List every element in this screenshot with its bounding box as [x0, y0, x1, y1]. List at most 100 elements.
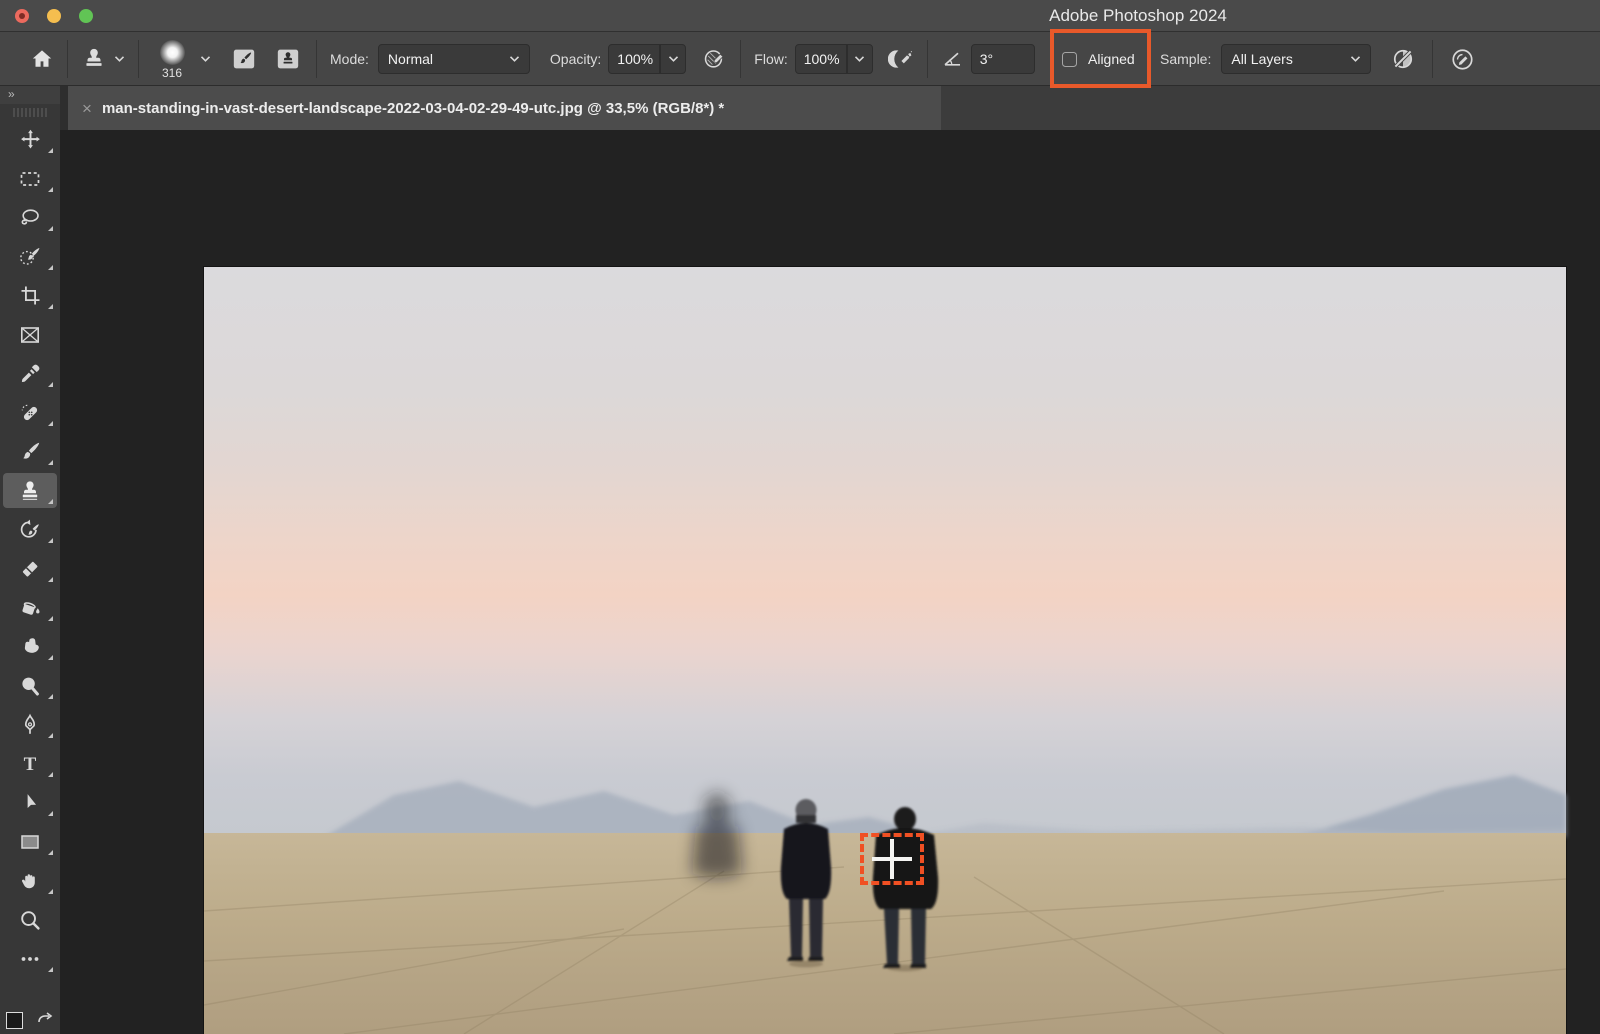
tool-hand[interactable]	[0, 861, 60, 900]
dodge-tool-icon	[18, 674, 42, 698]
move-tool-icon	[19, 128, 42, 151]
photo-canvas[interactable]	[204, 267, 1566, 1034]
tool-dodge[interactable]	[0, 666, 60, 705]
svg-text:T: T	[24, 754, 37, 775]
tool-rectangle[interactable]	[0, 822, 60, 861]
clone-stamp-cursor	[860, 833, 924, 885]
rectangle-tool-icon	[18, 830, 42, 854]
crop-tool-icon	[19, 284, 42, 307]
tool-spot-healing-brush[interactable]	[0, 393, 60, 432]
divider	[1432, 40, 1433, 78]
tool-path-selection[interactable]	[0, 783, 60, 822]
tool-zoom[interactable]	[0, 900, 60, 939]
tool-options-bar: 316 Mode: Normal Opacity: 100%	[0, 32, 1600, 86]
tool-frame[interactable]	[0, 315, 60, 354]
flyout-triangle	[48, 811, 53, 816]
flyout-triangle	[48, 226, 53, 231]
hand-tool-icon	[18, 869, 42, 893]
tool-history-brush[interactable]	[0, 510, 60, 549]
chevron-down-icon	[509, 55, 520, 63]
mode-dropdown[interactable]: Normal	[378, 44, 530, 74]
tool-preset-stamp-icon[interactable]	[81, 46, 125, 72]
eraser-tool-icon	[18, 557, 42, 581]
chevron-down-icon	[854, 55, 865, 63]
ellipsis-icon	[18, 947, 42, 971]
clone-stamp-tool-icon	[18, 479, 42, 503]
home-icon[interactable]	[30, 47, 54, 71]
flyout-triangle	[48, 577, 53, 582]
collapse-tools-panel-button[interactable]: »	[0, 86, 60, 104]
flyout-triangle	[48, 655, 53, 660]
tools-panel: »	[0, 86, 60, 1034]
mode-label: Mode:	[330, 51, 369, 67]
airbrush-icon[interactable]	[888, 46, 914, 72]
tool-lasso[interactable]	[0, 198, 60, 237]
tool-paint-bucket[interactable]	[0, 588, 60, 627]
pen-tool-icon	[18, 713, 42, 737]
document-tab-bar: × man-standing-in-vast-desert-landscape-…	[60, 86, 1600, 130]
grip-icon	[13, 108, 47, 117]
aligned-checkbox[interactable]	[1062, 52, 1077, 67]
flyout-triangle	[48, 733, 53, 738]
minimize-window-button[interactable]	[47, 9, 61, 23]
tool-crop[interactable]	[0, 276, 60, 315]
opacity-label: Opacity:	[550, 51, 601, 67]
tool-type[interactable]: T	[0, 744, 60, 783]
brush-tool-icon	[18, 440, 42, 464]
flyout-triangle	[48, 538, 53, 543]
foreground-color-swatch[interactable]	[6, 1012, 23, 1029]
divider	[316, 40, 317, 78]
close-window-button[interactable]	[15, 9, 29, 23]
tool-eyedropper[interactable]	[0, 354, 60, 393]
tool-brush[interactable]	[0, 432, 60, 471]
tool-object-selection[interactable]	[0, 237, 60, 276]
document-tab-title: man-standing-in-vast-desert-landscape-20…	[102, 100, 724, 117]
swap-colors-icon[interactable]	[36, 1012, 54, 1028]
pressure-size-icon[interactable]	[1449, 46, 1476, 73]
flyout-triangle	[48, 850, 53, 855]
opacity-input[interactable]: 100%	[608, 44, 660, 74]
flyout-triangle	[48, 694, 53, 699]
document-tab[interactable]: × man-standing-in-vast-desert-landscape-…	[68, 86, 941, 130]
mode-value: Normal	[388, 51, 433, 67]
close-tab-icon[interactable]: ×	[82, 100, 92, 117]
zoom-window-button[interactable]	[79, 9, 93, 23]
tool-smudge[interactable]	[0, 627, 60, 666]
divider	[927, 40, 928, 78]
ignore-adjustment-layers-icon[interactable]	[1390, 46, 1416, 72]
sample-dropdown[interactable]: All Layers	[1221, 44, 1371, 74]
flow-dropdown-button[interactable]	[847, 44, 873, 74]
flyout-triangle	[48, 148, 53, 153]
tool-move[interactable]	[0, 120, 60, 159]
flow-control: 100%	[795, 44, 873, 74]
path-selection-tool-icon	[19, 791, 42, 814]
photoshop-window: Adobe Photoshop 2024 316	[0, 0, 1600, 1034]
pressure-opacity-icon[interactable]	[702, 46, 727, 71]
flyout-triangle	[48, 772, 53, 777]
toggle-brush-settings-panel-button[interactable]	[229, 45, 259, 73]
toggle-clone-source-panel-button[interactable]	[273, 45, 303, 73]
tool-eraser[interactable]	[0, 549, 60, 588]
type-tool-icon: T	[18, 752, 42, 776]
opacity-dropdown-button[interactable]	[660, 44, 686, 74]
brush-preset-picker[interactable]: 316	[152, 40, 192, 80]
tool-rectangular-marquee[interactable]	[0, 159, 60, 198]
tool-clone-stamp[interactable]	[0, 471, 60, 510]
chevron-down-icon[interactable]	[200, 55, 211, 63]
divider	[138, 40, 139, 78]
flow-input[interactable]: 100%	[795, 44, 847, 74]
traffic-lights	[15, 9, 93, 23]
object-selection-tool-icon	[18, 245, 42, 269]
divider	[67, 40, 68, 78]
angle-input[interactable]: 3°	[971, 44, 1035, 74]
photo-figures	[204, 267, 1566, 1034]
tools-panel-grip[interactable]	[0, 104, 60, 120]
tool-edit-toolbar[interactable]	[0, 939, 60, 978]
window-title: Adobe Photoshop 2024	[1049, 6, 1227, 26]
flyout-triangle	[48, 265, 53, 270]
paint-bucket-tool-icon	[18, 596, 42, 620]
ghost-figure	[692, 793, 742, 878]
flyout-triangle	[48, 616, 53, 621]
tool-pen[interactable]	[0, 705, 60, 744]
document-area: × man-standing-in-vast-desert-landscape-…	[60, 86, 1600, 1034]
